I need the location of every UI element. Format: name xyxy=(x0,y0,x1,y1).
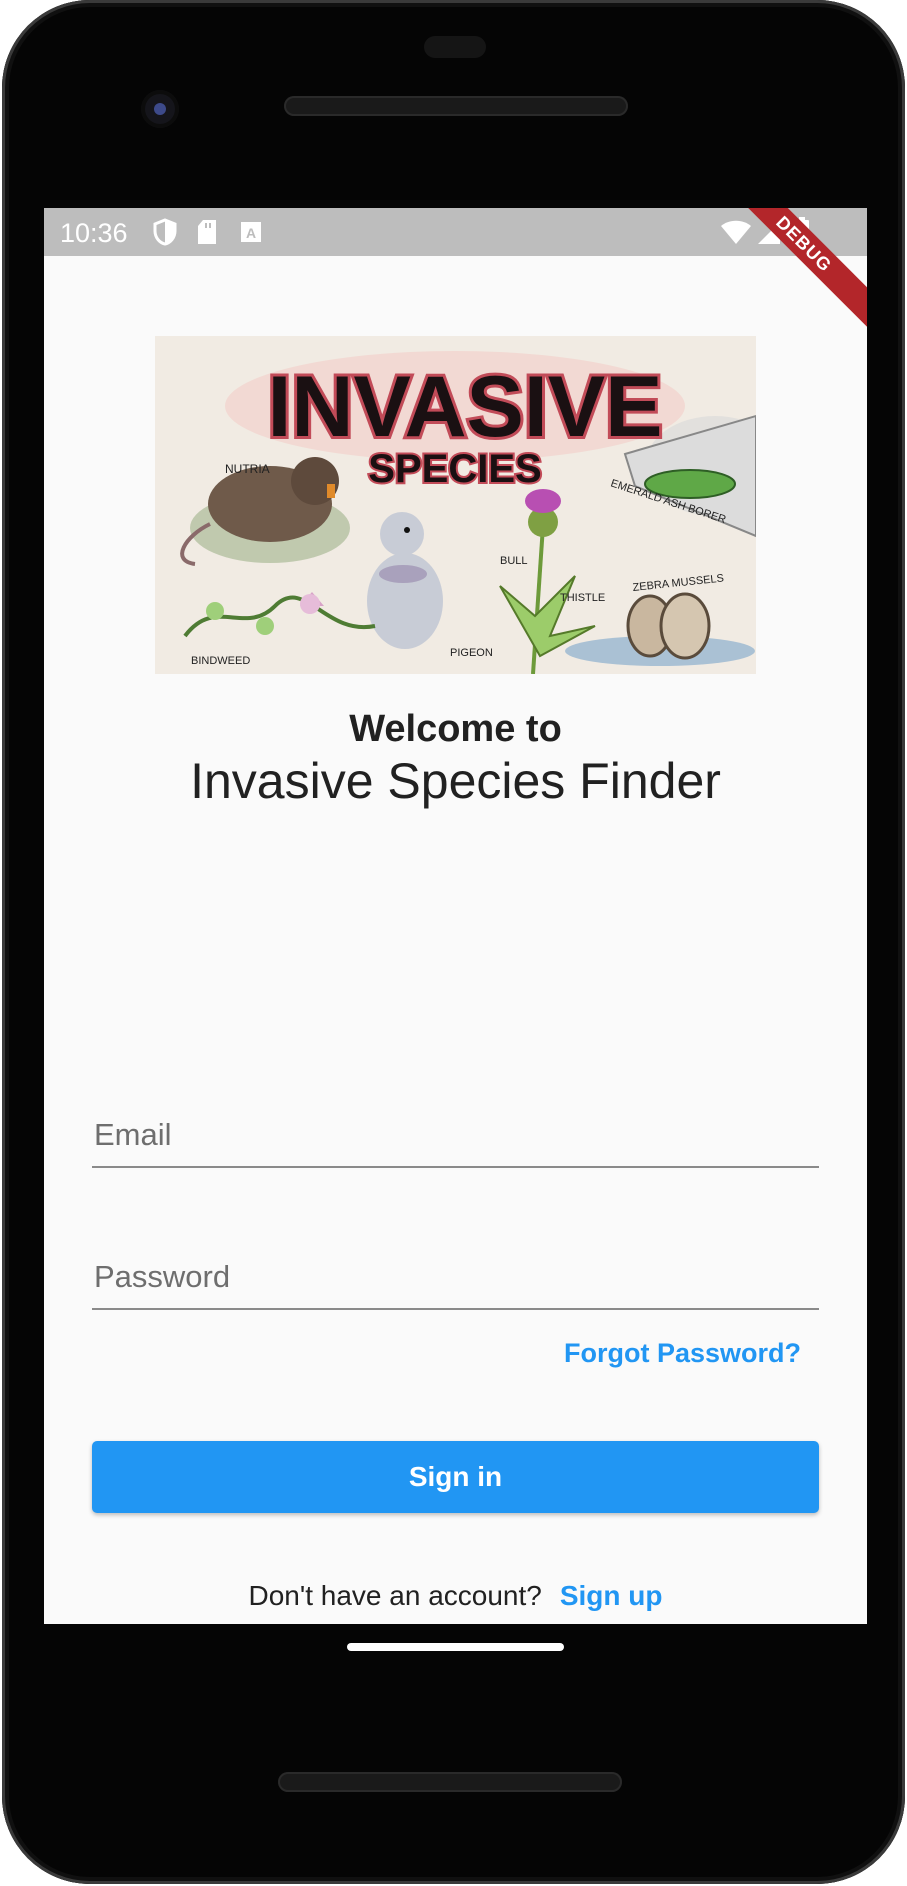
signup-prompt: Don't have an account? xyxy=(248,1580,542,1611)
bottom-speaker xyxy=(278,1772,622,1792)
hero-label-nutria: NUTRIA xyxy=(225,462,270,476)
hero-label-bull: BULL xyxy=(500,555,528,567)
sign-in-button[interactable]: Sign in xyxy=(92,1441,819,1513)
home-indicator[interactable] xyxy=(347,1643,564,1651)
signup-row: Don't have an account? Sign up xyxy=(44,1580,867,1612)
earpiece-speaker xyxy=(284,96,628,116)
phone-frame: 10:36 A DEBUG INVASIVE SPECIES NUTRIA EM… xyxy=(2,0,905,1884)
accessibility-a-icon: A xyxy=(240,218,262,251)
forgot-password-link[interactable]: Forgot Password? xyxy=(564,1338,801,1369)
sign-up-link[interactable]: Sign up xyxy=(560,1580,663,1611)
app-screen: 10:36 A DEBUG INVASIVE SPECIES NUTRIA EM… xyxy=(44,208,867,1624)
hero-title-species: SPECIES xyxy=(368,447,541,491)
front-camera xyxy=(141,90,179,128)
shield-icon xyxy=(152,218,178,251)
hero-illustration: INVASIVE SPECIES NUTRIA EMERALD ASH BORE… xyxy=(155,336,756,674)
email-field[interactable] xyxy=(92,1116,823,1154)
phone-sensor xyxy=(424,36,486,58)
svg-text:A: A xyxy=(246,225,256,241)
sd-card-icon xyxy=(196,218,218,251)
email-field-container xyxy=(92,1086,823,1168)
hero-title-invasive: INVASIVE xyxy=(264,356,665,458)
password-field[interactable] xyxy=(92,1258,823,1296)
hero-label-thistle: THISTLE xyxy=(560,592,605,604)
status-bar: 10:36 A DEBUG xyxy=(44,208,867,336)
svg-text:INVASIVE: INVASIVE xyxy=(267,359,662,455)
hero-label-pigeon: PIGEON xyxy=(450,647,493,659)
password-field-container xyxy=(92,1228,823,1310)
hero-label-bindweed: BINDWEED xyxy=(191,655,250,667)
wifi-icon xyxy=(720,220,752,251)
status-time: 10:36 xyxy=(60,218,128,248)
app-title: Invasive Species Finder xyxy=(190,753,721,809)
welcome-heading: Welcome to xyxy=(349,708,562,750)
